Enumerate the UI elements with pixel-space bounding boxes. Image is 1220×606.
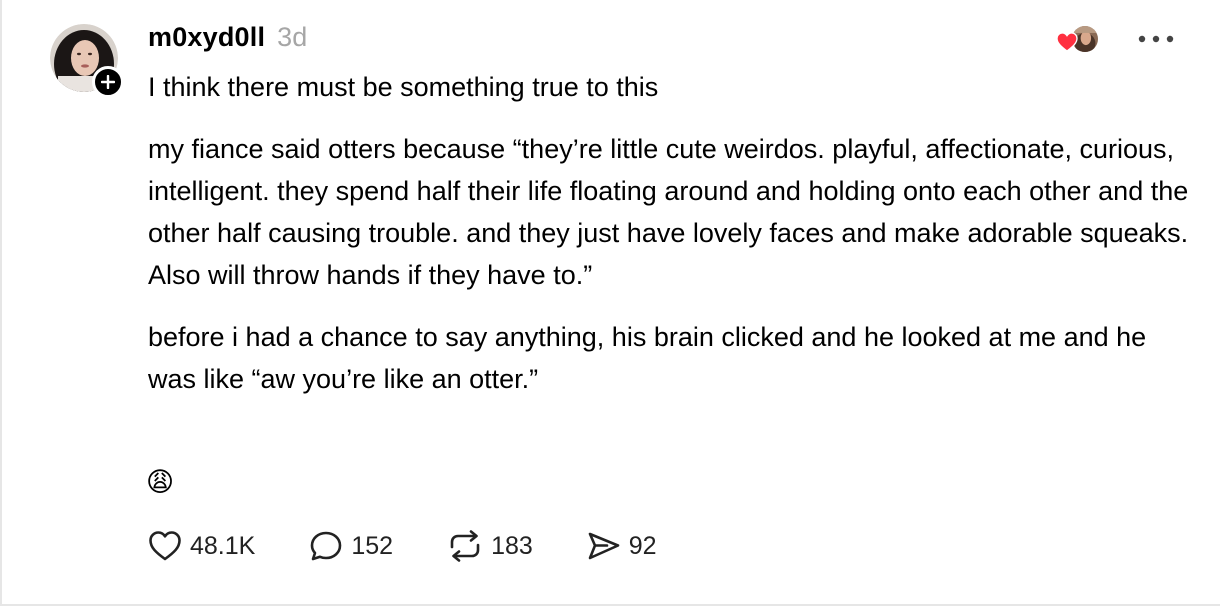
post-emoji: 😩 xyxy=(146,467,175,497)
heart-icon xyxy=(149,531,181,561)
post-header: m0xyd0ll 3d xyxy=(148,22,307,53)
post-header-actions xyxy=(1056,22,1176,56)
post-paragraph: my fiance said otters because “they’re l… xyxy=(148,134,1189,290)
plus-icon xyxy=(101,75,115,89)
username-link[interactable]: m0xyd0ll xyxy=(148,22,265,53)
liked-by-indicator[interactable] xyxy=(1056,22,1102,56)
more-options-button[interactable] xyxy=(1136,24,1176,54)
share-count: 92 xyxy=(628,531,657,560)
comment-button[interactable]: 152 xyxy=(309,530,393,562)
heart-icon xyxy=(1056,32,1078,52)
like-button[interactable]: 48.1K xyxy=(148,530,255,562)
repost-count: 183 xyxy=(491,531,533,560)
author-avatar-group[interactable] xyxy=(50,24,126,100)
more-dots-icon xyxy=(1138,35,1174,43)
post-card: m0xyd0ll 3d I think there must be someth… xyxy=(0,0,1220,606)
post-paragraph: before i had a chance to say anything, h… xyxy=(148,322,1147,394)
post-action-bar: 48.1K 152 183 92 xyxy=(148,530,711,562)
speech-bubble-icon xyxy=(311,531,342,561)
repost-arrows-icon xyxy=(450,530,480,562)
send-icon xyxy=(588,532,620,560)
comment-count: 152 xyxy=(351,531,394,560)
share-button[interactable]: 92 xyxy=(587,530,657,562)
follow-button[interactable] xyxy=(92,66,124,98)
post-paragraph: I think there must be something true to … xyxy=(148,72,659,102)
like-count: 48.1K xyxy=(190,531,256,560)
repost-button[interactable]: 183 xyxy=(447,530,533,562)
post-timestamp: 3d xyxy=(277,22,308,52)
post-body: I think there must be something true to … xyxy=(148,66,1198,400)
